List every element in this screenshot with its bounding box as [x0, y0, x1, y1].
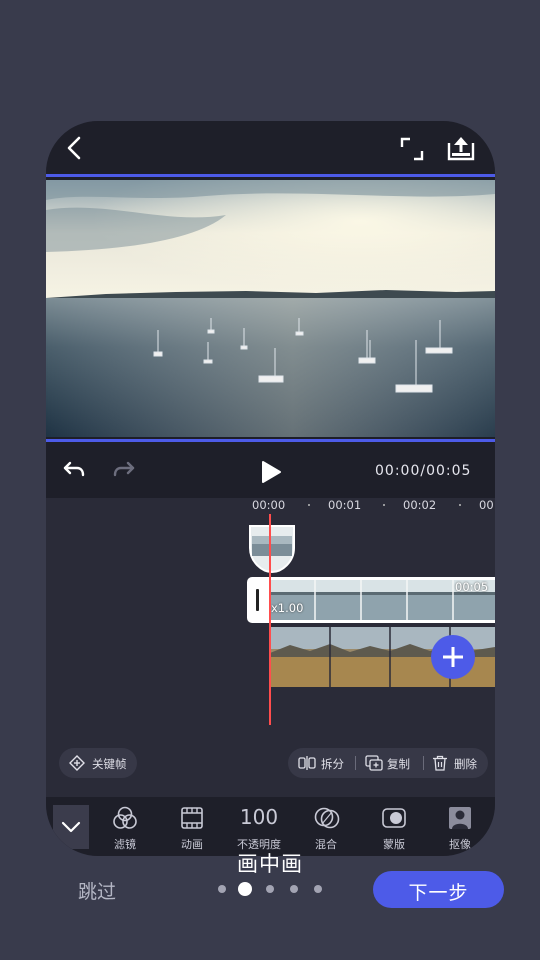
split-icon: [298, 756, 316, 770]
page-indicator: [216, 881, 326, 897]
copy-icon: [365, 755, 383, 771]
export-icon[interactable]: [446, 133, 476, 161]
editor-top-bar: [46, 121, 495, 175]
page-dot[interactable]: [218, 885, 226, 893]
portrait-icon: [449, 807, 471, 829]
ruler-dot: [383, 504, 385, 506]
play-icon[interactable]: [259, 459, 283, 485]
page-dot-active[interactable]: [238, 882, 252, 896]
ruler-label: 00: [479, 498, 494, 512]
ruler-label: 00:00: [252, 498, 286, 512]
delete-label: 删除: [454, 757, 477, 771]
collapse-button[interactable]: [53, 805, 89, 849]
mask-icon: [382, 808, 406, 828]
keyframe-icon: [69, 755, 85, 771]
split-label: 拆分: [321, 757, 344, 771]
skip-button[interactable]: 跳过: [78, 877, 116, 904]
ruler-label: 00:02: [403, 498, 437, 512]
chevron-down-icon: [61, 821, 81, 833]
keyframe-label: 关键帧: [92, 757, 127, 771]
keyframe-button[interactable]: 关键帧: [59, 748, 137, 778]
split-button[interactable]: 拆分: [288, 748, 354, 778]
redo-icon[interactable]: [112, 460, 136, 480]
trash-icon: [433, 755, 447, 771]
opacity-value: 100: [239, 805, 279, 829]
page-dot[interactable]: [266, 885, 274, 893]
ruler-label: 00:01: [328, 498, 362, 512]
clip-actions: 拆分 复制 删除: [288, 748, 488, 778]
timeline-panel[interactable]: 00:00 00:01 00:02 00 00:05 x1.00 关键帧 拆分 …: [46, 498, 495, 798]
blend-icon: [314, 807, 340, 829]
clip-duration: 00:05: [455, 580, 489, 594]
film-icon: [181, 807, 203, 829]
chevron-left-icon[interactable]: [64, 135, 86, 161]
plus-icon: [443, 647, 463, 667]
next-label: 下一步: [408, 882, 469, 904]
add-clip-button[interactable]: [431, 635, 475, 679]
video-preview[interactable]: [46, 174, 495, 442]
playhead[interactable]: [269, 514, 271, 725]
video-frame-image: [46, 180, 495, 437]
ruler-dot: [308, 504, 310, 506]
page-dot[interactable]: [290, 885, 298, 893]
preview-border-top: [46, 174, 495, 177]
copy-label: 复制: [387, 757, 410, 771]
cover-thumbnail[interactable]: [248, 524, 296, 574]
phone-mockup: 00:00/00:05 00:00 00:01 00:02 00 00:05 x…: [46, 121, 495, 856]
ruler-dot: [459, 504, 461, 506]
delete-button[interactable]: 删除: [424, 748, 488, 778]
page-dot[interactable]: [314, 885, 322, 893]
filter-icon: [113, 806, 137, 829]
time-display: 00:00/00:05: [375, 463, 472, 479]
main-clip[interactable]: 00:05 x1.00: [247, 577, 495, 623]
next-button[interactable]: 下一步: [373, 871, 504, 908]
fullscreen-icon[interactable]: [400, 137, 424, 161]
undo-icon[interactable]: [62, 460, 86, 480]
copy-button[interactable]: 复制: [356, 748, 422, 778]
clip-speed: x1.00: [271, 601, 304, 615]
clip-trim-handle[interactable]: [256, 589, 259, 611]
